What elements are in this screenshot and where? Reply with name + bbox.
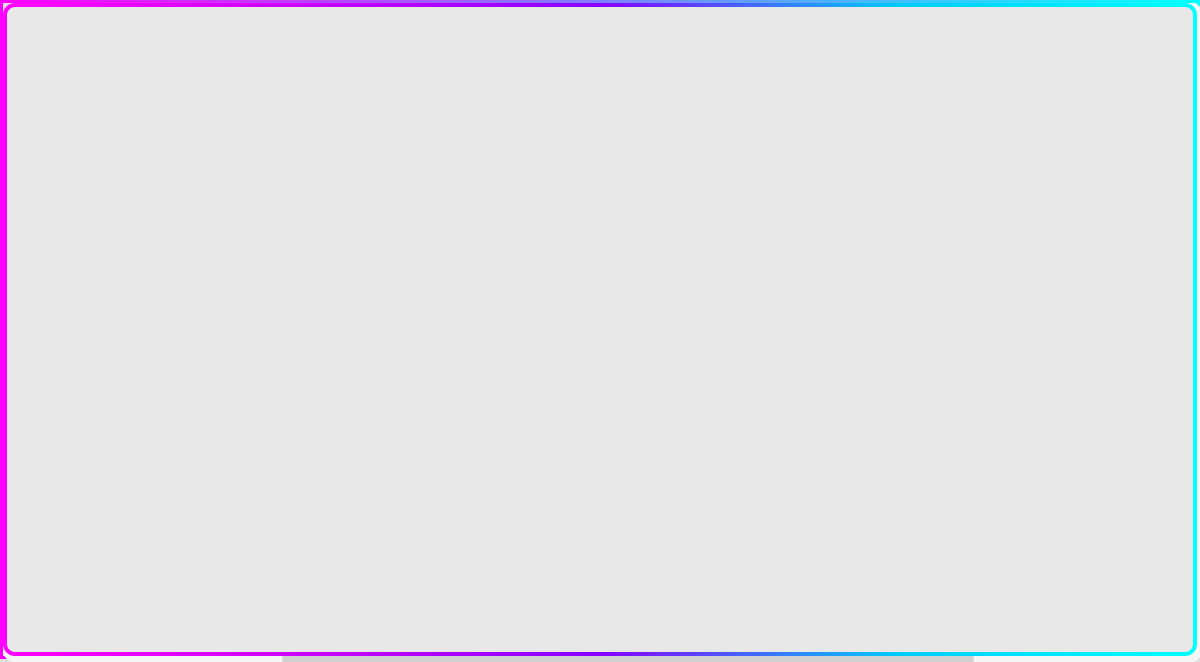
beta-badge: BETA (11, 11, 42, 24)
dot-bc[interactable] (74, 225, 80, 231)
layer-icons (176, 169, 266, 195)
color-space-info-icon[interactable]: i (990, 54, 1006, 70)
color-stop-2-swatch[interactable] (1002, 218, 1016, 232)
color-stop-1-slider3-row: 50% (1002, 164, 1175, 181)
dot-tr[interactable] (83, 207, 89, 213)
link-icon-2 (1002, 143, 1016, 160)
angle-slider-track[interactable] (51, 256, 224, 260)
angle-value: 90° (234, 251, 266, 265)
color-stop-2-slider1[interactable] (1022, 245, 1137, 248)
shuffle-icon (1141, 618, 1157, 635)
settings-icon[interactable] (1171, 19, 1187, 38)
layer-header: ▾ Layer 1 (19, 169, 266, 195)
direction-value: to right (109, 213, 146, 227)
color-stop-1-value: oklch(70% 0.5 340) (1024, 106, 1151, 118)
color-stop-1-slider3[interactable] (1022, 171, 1137, 174)
canvas-nav-btn[interactable]: < > (925, 17, 959, 45)
add-layer-button[interactable]: + (125, 534, 161, 570)
color-stop-2-header: oklch(90% 0.5 200) ⋮ (1002, 217, 1175, 233)
example-3[interactable] (103, 618, 137, 652)
dot-br[interactable] (83, 225, 89, 231)
link-icon-5 (1002, 256, 1016, 273)
angle-label: Angle (19, 213, 57, 227)
right-panel: i Color Space oklab ▾ oklch(70% 0.5 340)… (973, 3, 1200, 662)
color-stop-2-slider2-row: 100% (1002, 256, 1175, 273)
color-stop-2-value: oklch(90% 0.5 200) (1024, 219, 1151, 231)
layers-section: ▾ Layer 1 Angle (3, 157, 282, 516)
app-title: HD Gradients (91, 123, 193, 141)
dot-mr[interactable] (83, 216, 89, 222)
left-sidebar: BETA (3, 3, 283, 662)
example-7[interactable] (262, 618, 279, 652)
color-stop-1-swatch[interactable] (1002, 105, 1016, 119)
app-container: BETA (3, 3, 1200, 662)
color-stop-2-more-btn[interactable]: ⋮ (1159, 217, 1175, 233)
color-stop-1-slider2[interactable] (1022, 150, 1137, 153)
nav-left-icon: < (935, 25, 941, 37)
color-space-dropdown-arrow: ▾ (1172, 55, 1178, 69)
sidebar-header: BETA (3, 3, 282, 157)
color-stop-1-header: oklch(70% 0.5 340) ⋮ (1002, 104, 1175, 120)
color-stop-1-pct2: 0% (1143, 146, 1175, 157)
examples-label: HD EXAMPLES (19, 599, 266, 610)
layer-collapse-arrow[interactable]: ▾ (19, 177, 24, 188)
color-stop-2-pct2: 100% (1143, 259, 1175, 270)
layer-grid-icon-btn[interactable] (176, 169, 202, 195)
color-stop-1-more-btn[interactable]: ⋮ (1159, 104, 1175, 120)
layer-title-row: ▾ Layer 1 (19, 175, 76, 190)
examples-section: HD EXAMPLES (3, 588, 282, 662)
hdr-badge: HDR (297, 17, 328, 31)
canvas-area: HDR < > (283, 3, 973, 662)
color-stop-2-slider1-row: 100% (1002, 241, 1175, 252)
color-stop-2: oklch(90% 0.5 200) ⋮ 100% 100% (990, 207, 1187, 287)
example-2[interactable] (61, 618, 95, 652)
direction-dots-grid[interactable] (65, 207, 90, 232)
examples-row (19, 618, 266, 652)
example-5[interactable] (187, 618, 221, 652)
color-stop-1-pct1: 0% (1143, 128, 1175, 139)
layer-moon-btn[interactable] (240, 169, 266, 195)
layer-half-circle-btn[interactable] (208, 169, 234, 195)
add-layer-icon: + (137, 541, 149, 564)
direction-select[interactable]: to right ▾ (100, 208, 165, 232)
dot-mc[interactable] (74, 216, 80, 222)
color-stop-1-slider2-row: 0% (1002, 143, 1175, 160)
angle-row: Angle to right ▾ (19, 207, 266, 232)
color-space-row: i Color Space oklab ▾ (990, 50, 1187, 74)
link-icon-3 (1002, 164, 1016, 181)
color-space-select[interactable]: oklab ▾ (1130, 50, 1187, 74)
color-stop-1-pct3: 50% (1143, 167, 1175, 178)
angle-slider-row: 90° (19, 244, 266, 271)
nav-right-icon: > (943, 25, 949, 37)
angle-slider-thumb[interactable] (120, 251, 134, 265)
dot-tl[interactable] (65, 207, 71, 213)
dropdown-arrow: ▾ (150, 213, 156, 227)
gradient-canvas[interactable] (383, 78, 873, 588)
angle-icon (19, 244, 41, 271)
color-stop-1-slider1[interactable] (1022, 132, 1137, 135)
color-stop-2-slider2[interactable] (1022, 263, 1137, 266)
dot-tc[interactable] (74, 207, 80, 213)
color-space-label: Color Space (1014, 55, 1086, 70)
add-random-color-button[interactable]: Add a random color (990, 607, 1187, 646)
color-stop-1: oklch(70% 0.5 340) ⋮ 0% (990, 94, 1187, 195)
example-6[interactable] (229, 618, 263, 652)
layer-name: Layer 1 (30, 175, 76, 190)
dot-ml[interactable] (65, 216, 71, 222)
color-stop-1-slider1-row: 0% (1002, 128, 1175, 139)
settings-icon-row (990, 19, 1187, 38)
example-1[interactable] (19, 618, 53, 652)
app-logo (98, 23, 188, 113)
color-stop-2-pct1: 100% (1143, 241, 1175, 252)
dot-bl[interactable] (65, 225, 71, 231)
add-color-label: Add a random color (1020, 619, 1133, 634)
color-space-value: oklab (1139, 55, 1168, 69)
example-4[interactable] (145, 618, 179, 652)
